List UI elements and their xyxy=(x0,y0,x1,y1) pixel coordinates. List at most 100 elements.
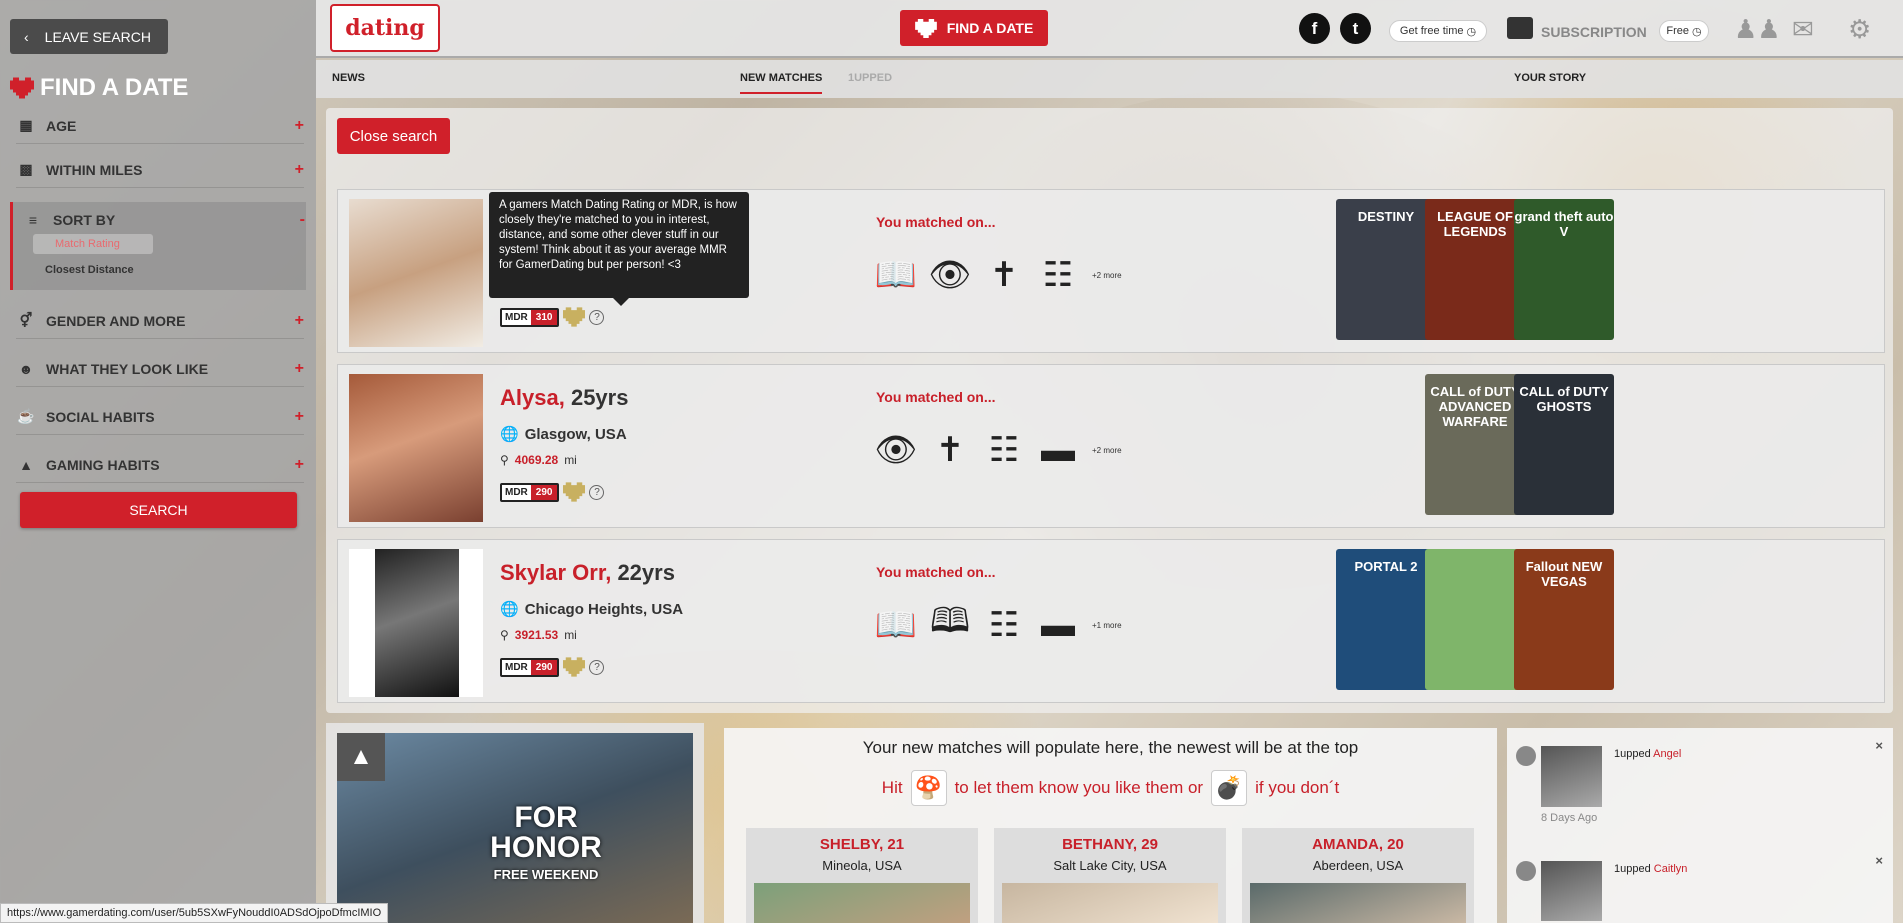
expand-icon[interactable]: + xyxy=(295,312,304,330)
gamerdating-logo[interactable]: dating xyxy=(330,4,440,52)
mdr-rating: MDR 310 ? xyxy=(500,307,605,327)
expand-icon[interactable]: + xyxy=(295,161,304,179)
sort-option-closest-distance[interactable]: Closest Distance xyxy=(45,264,134,276)
game-cover[interactable]: Fallout NEW VEGAS xyxy=(1514,549,1614,690)
activity-time: 8 Days Ago xyxy=(1541,812,1598,824)
filter-sort-by[interactable]: ≡ SORT BY - xyxy=(23,202,305,238)
twitter-icon[interactable]: t xyxy=(1340,13,1371,44)
filter-gender[interactable]: ⚥ GENDER AND MORE + xyxy=(16,303,304,339)
leave-search-button[interactable]: ‹ LEAVE SEARCH xyxy=(10,19,168,54)
game-cover[interactable]: grand theft auto V xyxy=(1514,199,1614,340)
gear-icon[interactable]: ⚙ xyxy=(1848,14,1871,45)
distance-unit: mi xyxy=(564,628,577,642)
more-matches[interactable]: +1 more xyxy=(1092,621,1122,630)
game-cover[interactable] xyxy=(1425,549,1525,690)
activity-photo[interactable] xyxy=(1541,746,1602,807)
mdr-value: 290 xyxy=(530,484,558,500)
mdr-label: MDR xyxy=(502,659,531,675)
new-matches-panel: Your new matches will populate here, the… xyxy=(724,728,1497,923)
close-icon[interactable]: × xyxy=(1875,738,1883,753)
filter-within-miles[interactable]: ▩ WITHIN MILES + xyxy=(16,152,304,188)
game-cover[interactable]: PORTAL 2 xyxy=(1336,549,1436,690)
match-name[interactable]: Alysa, 25yrs xyxy=(500,385,628,411)
match-location: 🌐 Chicago Heights, USA xyxy=(500,600,684,619)
search-button[interactable]: SEARCH xyxy=(20,492,297,528)
matched-on-label: You matched on... xyxy=(876,564,996,580)
mdr-rating: MDR 290 ? xyxy=(500,482,605,502)
photo-image xyxy=(375,549,459,697)
bomb-icon: 💣 xyxy=(1211,770,1248,806)
free-badge[interactable]: Free ◷ xyxy=(1659,20,1709,42)
subscription-label[interactable]: SUBSCRIPTION xyxy=(1541,24,1647,40)
expand-icon[interactable]: + xyxy=(295,360,304,378)
more-matches[interactable]: +2 more xyxy=(1092,446,1122,455)
match-icons: 📖 🕮 ☷ ▬ +1 more xyxy=(874,602,1122,646)
tab-your-story[interactable]: YOUR STORY xyxy=(1514,72,1586,84)
eye-icon: 👁 xyxy=(874,431,918,469)
mdr-value: 310 xyxy=(530,309,558,325)
new-match-photo xyxy=(754,883,970,923)
match-icons: 📖 👁 ✝ ☷ +2 more xyxy=(875,254,1122,296)
match-card[interactable]: Alysa, 25yrs 🌐 Glasgow, USA ⚲ 4069.28 mi… xyxy=(337,364,1885,528)
new-match-photo xyxy=(1250,883,1466,923)
get-free-time-button[interactable]: Get free time ◷ xyxy=(1389,20,1487,42)
match-distance: ⚲ 3921.53 mi xyxy=(500,628,577,642)
tab-1upped[interactable]: 1UPPED xyxy=(848,72,892,84)
match-card[interactable]: Skylar Orr, 22yrs 🌐 Chicago Heights, USA… xyxy=(337,539,1885,703)
help-icon[interactable]: ? xyxy=(589,484,605,500)
users-icon[interactable]: ♟♟ xyxy=(1734,14,1781,45)
filter-social-habits[interactable]: ☕ SOCIAL HABITS + xyxy=(16,399,304,435)
tab-news[interactable]: NEWS xyxy=(332,72,365,84)
new-match-card[interactable]: SHELBY, 21 Mineola, USA xyxy=(746,828,978,923)
map-pin-icon: ⚲ xyxy=(500,453,509,467)
mail-icon[interactable]: ✉ xyxy=(1792,14,1814,45)
new-match-photo xyxy=(1002,883,1218,923)
bible-icon: 📖 xyxy=(874,606,918,644)
sort-option-match-rating[interactable]: Match Rating xyxy=(33,234,153,254)
activity-item[interactable]: 1upped Angel 8 Days Ago × xyxy=(1507,728,1893,824)
help-icon[interactable]: ? xyxy=(589,309,605,325)
collapse-icon[interactable]: - xyxy=(300,211,305,229)
filter-gaming-habits[interactable]: ▲ GAMING HABITS + xyxy=(16,447,304,483)
more-matches[interactable]: +2 more xyxy=(1092,271,1122,280)
get-free-time-label: Get free time xyxy=(1399,25,1464,37)
match-icons: 👁 ✝ ☷ ▬ +2 more xyxy=(874,429,1122,471)
sort-by-panel: ≡ SORT BY - Match Rating Closest Distanc… xyxy=(10,202,306,290)
activity-user[interactable]: Angel xyxy=(1653,748,1681,760)
find-a-date-button[interactable]: FIND A DATE xyxy=(900,10,1048,46)
mdr-label: MDR xyxy=(502,309,531,325)
mdr-label: MDR xyxy=(502,484,531,500)
new-matches-title: Your new matches will populate here, the… xyxy=(862,738,1359,757)
new-match-card[interactable]: BETHANY, 29 Salt Lake City, USA xyxy=(994,828,1226,923)
match-name[interactable]: Skylar Orr, 22yrs xyxy=(500,560,675,586)
close-icon[interactable]: × xyxy=(1875,853,1883,868)
game-cover[interactable]: DESTINY xyxy=(1336,199,1436,340)
activity-photo[interactable] xyxy=(1541,861,1602,921)
nav-tabs: NEWS NEW MATCHES 1UPPED YOUR STORY xyxy=(316,60,1903,98)
new-match-name: BETHANY, 29 xyxy=(1062,836,1158,853)
profile-photo[interactable] xyxy=(349,374,483,522)
chevron-left-icon: ‹ xyxy=(24,28,29,45)
new-match-card[interactable]: AMANDA, 20 Aberdeen, USA xyxy=(1242,828,1474,923)
close-search-button[interactable]: Close search xyxy=(337,118,450,154)
filter-age[interactable]: ▦ AGE + xyxy=(16,108,304,144)
game-cover[interactable]: CALL of DUTY GHOSTS xyxy=(1514,374,1614,515)
filter-label: SORT BY xyxy=(53,212,116,228)
location-text: Chicago Heights, USA xyxy=(524,600,684,618)
filter-looks[interactable]: ☻ WHAT THEY LOOK LIKE + xyxy=(16,351,304,387)
activity-item[interactable]: 1upped Caitlyn × xyxy=(1507,843,1893,923)
game-cover[interactable]: CALL of DUTY ADVANCED WARFARE xyxy=(1425,374,1525,515)
profile-photo[interactable] xyxy=(349,549,483,697)
game-cover[interactable]: LEAGUE OF LEGENDS xyxy=(1425,199,1525,340)
help-icon[interactable]: ? xyxy=(589,659,605,675)
gamepad-icon: ▲ xyxy=(337,733,385,781)
profile-photo[interactable] xyxy=(349,199,483,347)
match-card[interactable]: MDR 310 ? A gamers Match Dating Rating o… xyxy=(337,189,1885,353)
expand-icon[interactable]: + xyxy=(295,117,304,135)
activity-user[interactable]: Caitlyn xyxy=(1654,863,1688,875)
gold-heart-icon xyxy=(563,307,586,327)
expand-icon[interactable]: + xyxy=(295,456,304,474)
facebook-icon[interactable]: f xyxy=(1299,13,1330,44)
expand-icon[interactable]: + xyxy=(295,408,304,426)
tab-new-matches[interactable]: NEW MATCHES xyxy=(740,72,823,94)
